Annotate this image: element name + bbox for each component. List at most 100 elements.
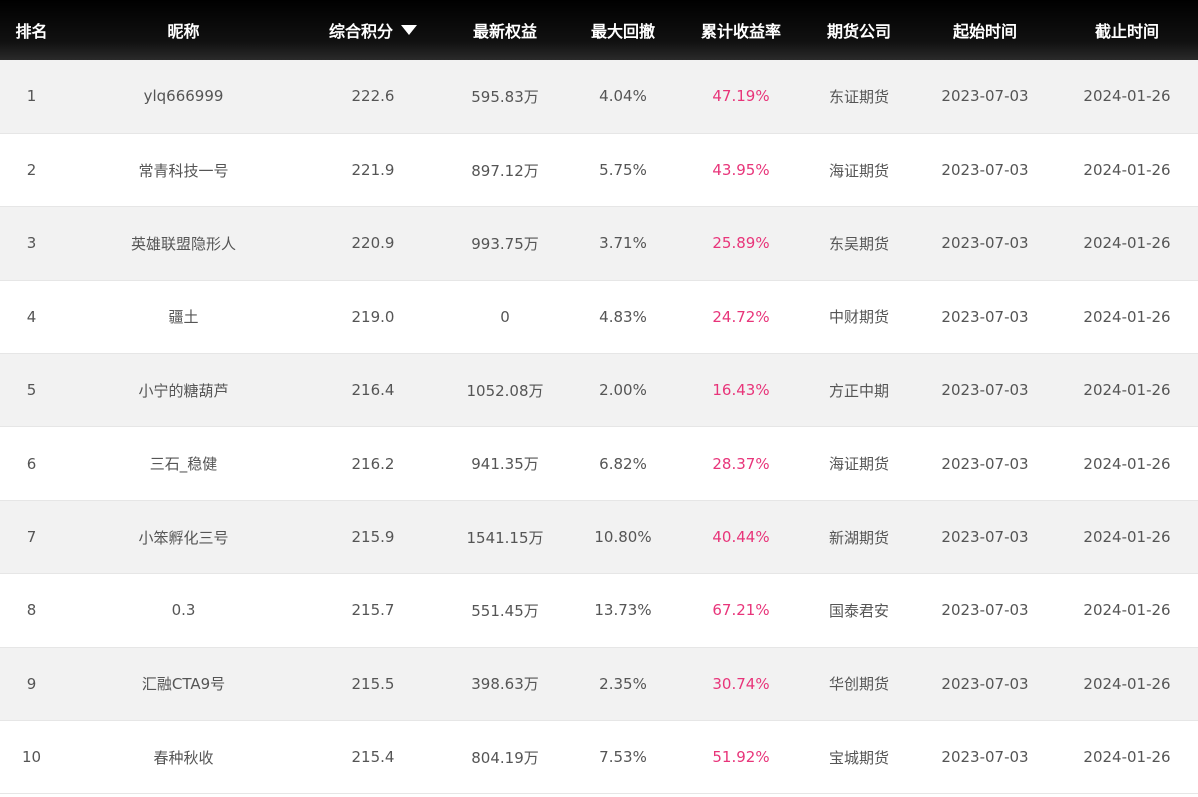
cell-end: 2024-01-26 [1083, 528, 1171, 547]
cell-end: 2024-01-26 [1083, 234, 1171, 253]
cell-rank: 1 [26, 87, 37, 106]
cell-drawdown: 2.35% [599, 674, 647, 693]
cell-company: 国泰君安 [828, 601, 889, 620]
cell-return: 67.21% [712, 601, 770, 620]
cell-score: 215.4 [351, 748, 395, 767]
cell-start: 2023-07-03 [941, 454, 1029, 473]
table-row: 10 春种秋收 215.4 804.19万 7.53% 51.92% 宝城期货 … [0, 720, 1198, 794]
cell-score: 215.5 [351, 674, 395, 693]
cell-drawdown: 3.71% [599, 234, 647, 253]
cell-score: 216.2 [351, 454, 395, 473]
table-row: 5 小宁的糖葫芦 216.4 1052.08万 2.00% 16.43% 方正中… [0, 353, 1198, 427]
cell-nickname[interactable]: 疆土 [63, 280, 304, 353]
header-start: 起始时间 [952, 22, 1017, 41]
cell-drawdown: 4.04% [599, 87, 647, 106]
table-header: 排名 昵称 综合积分 最新权益 最大回撤 累计收益率 期货公司 起始时间 截止时… [0, 0, 1198, 60]
cell-end: 2024-01-26 [1083, 381, 1171, 400]
cell-nickname[interactable]: 汇融CTA9号 [63, 647, 304, 720]
cell-end: 2024-01-26 [1083, 307, 1171, 326]
table-row: 8 0.3 215.7 551.45万 13.73% 67.21% 国泰君安 2… [0, 573, 1198, 648]
cell-start: 2023-07-03 [941, 307, 1029, 326]
cell-drawdown: 7.53% [599, 748, 647, 767]
cell-company: 东吴期货 [828, 234, 889, 253]
cell-rank: 3 [26, 234, 37, 253]
cell-nickname[interactable]: 三石_稳健 [63, 427, 304, 500]
cell-rank: 4 [26, 307, 37, 326]
cell-return: 30.74% [712, 674, 770, 693]
cell-return: 28.37% [712, 454, 770, 473]
cell-nickname[interactable]: 春种秋收 [63, 721, 304, 794]
cell-company: 宝城期货 [828, 748, 889, 767]
cell-equity: 993.75万 [471, 234, 539, 253]
cell-score: 215.9 [351, 528, 395, 547]
cell-equity: 551.45万 [471, 601, 539, 620]
cell-end: 2024-01-26 [1083, 601, 1171, 620]
cell-rank: 6 [26, 454, 37, 473]
cell-equity: 398.63万 [471, 675, 539, 694]
cell-score: 221.9 [351, 161, 395, 180]
cell-rank: 8 [26, 601, 37, 620]
cell-start: 2023-07-03 [941, 381, 1029, 400]
cell-end: 2024-01-26 [1083, 748, 1171, 767]
cell-nickname[interactable]: 0.3 [63, 574, 304, 647]
cell-equity: 941.35万 [471, 455, 539, 474]
cell-company: 海证期货 [828, 161, 889, 180]
cell-nickname[interactable]: 小笨孵化三号 [63, 500, 304, 573]
cell-company: 方正中期 [828, 381, 889, 400]
ranking-table: 排名 昵称 综合积分 最新权益 最大回撤 累计收益率 期货公司 起始时间 截止时… [0, 0, 1198, 794]
cell-score: 222.6 [351, 87, 395, 106]
cell-rank: 2 [26, 161, 37, 180]
cell-drawdown: 10.80% [594, 528, 652, 547]
cell-return: 51.92% [712, 748, 770, 767]
cell-start: 2023-07-03 [941, 87, 1029, 106]
cell-equity: 897.12万 [471, 161, 539, 180]
header-end: 截止时间 [1094, 22, 1159, 41]
cell-company: 东证期货 [828, 87, 889, 106]
header-nickname: 昵称 [167, 22, 200, 41]
cell-return: 40.44% [712, 528, 770, 547]
cell-rank: 9 [26, 674, 37, 693]
cell-company: 中财期货 [828, 308, 889, 327]
cell-end: 2024-01-26 [1083, 674, 1171, 693]
cell-rank: 5 [26, 381, 37, 400]
cell-end: 2024-01-26 [1083, 87, 1171, 106]
cell-start: 2023-07-03 [941, 601, 1029, 620]
cell-equity: 804.19万 [471, 748, 539, 767]
cell-equity: 0 [500, 307, 510, 326]
header-row: 排名 昵称 综合积分 最新权益 最大回撤 累计收益率 期货公司 起始时间 截止时… [0, 0, 1198, 60]
cell-score: 216.4 [351, 381, 395, 400]
cell-end: 2024-01-26 [1083, 161, 1171, 180]
cell-nickname[interactable]: 常青科技一号 [63, 133, 304, 206]
cell-equity: 1541.15万 [466, 528, 544, 547]
cell-return: 24.72% [712, 307, 770, 326]
header-drawdown: 最大回撤 [590, 22, 655, 41]
cell-drawdown: 5.75% [599, 161, 647, 180]
header-rank: 排名 [15, 22, 48, 41]
cell-return: 25.89% [712, 234, 770, 253]
cell-score: 220.9 [351, 234, 395, 253]
cell-end: 2024-01-26 [1083, 454, 1171, 473]
ranking-table-container: 排名 昵称 综合积分 最新权益 最大回撤 累计收益率 期货公司 起始时间 截止时… [0, 0, 1198, 797]
cell-drawdown: 4.83% [599, 307, 647, 326]
table-row: 6 三石_稳健 216.2 941.35万 6.82% 28.37% 海证期货 … [0, 426, 1198, 501]
cell-return: 16.43% [712, 381, 770, 400]
cell-equity: 595.83万 [471, 87, 539, 106]
cell-start: 2023-07-03 [941, 674, 1029, 693]
table-row: 9 汇融CTA9号 215.5 398.63万 2.35% 30.74% 华创期… [0, 647, 1198, 721]
cell-nickname[interactable]: ylq666999 [63, 60, 304, 133]
table-body: 1 ylq666999 222.6 595.83万 4.04% 47.19% 东… [0, 60, 1198, 794]
cell-rank: 10 [21, 748, 42, 767]
cell-return: 47.19% [712, 87, 770, 106]
cell-start: 2023-07-03 [941, 748, 1029, 767]
cell-start: 2023-07-03 [941, 234, 1029, 253]
cell-rank: 7 [26, 528, 37, 547]
cell-start: 2023-07-03 [941, 161, 1029, 180]
header-score-label: 综合积分 [328, 22, 393, 41]
header-score-sort[interactable]: 综合积分 [304, 0, 442, 60]
cell-drawdown: 6.82% [599, 454, 647, 473]
cell-start: 2023-07-03 [941, 528, 1029, 547]
cell-nickname[interactable]: 小宁的糖葫芦 [63, 354, 304, 427]
cell-nickname[interactable]: 英雄联盟隐形人 [63, 207, 304, 280]
cell-score: 219.0 [351, 307, 395, 326]
cell-score: 215.7 [351, 601, 395, 620]
